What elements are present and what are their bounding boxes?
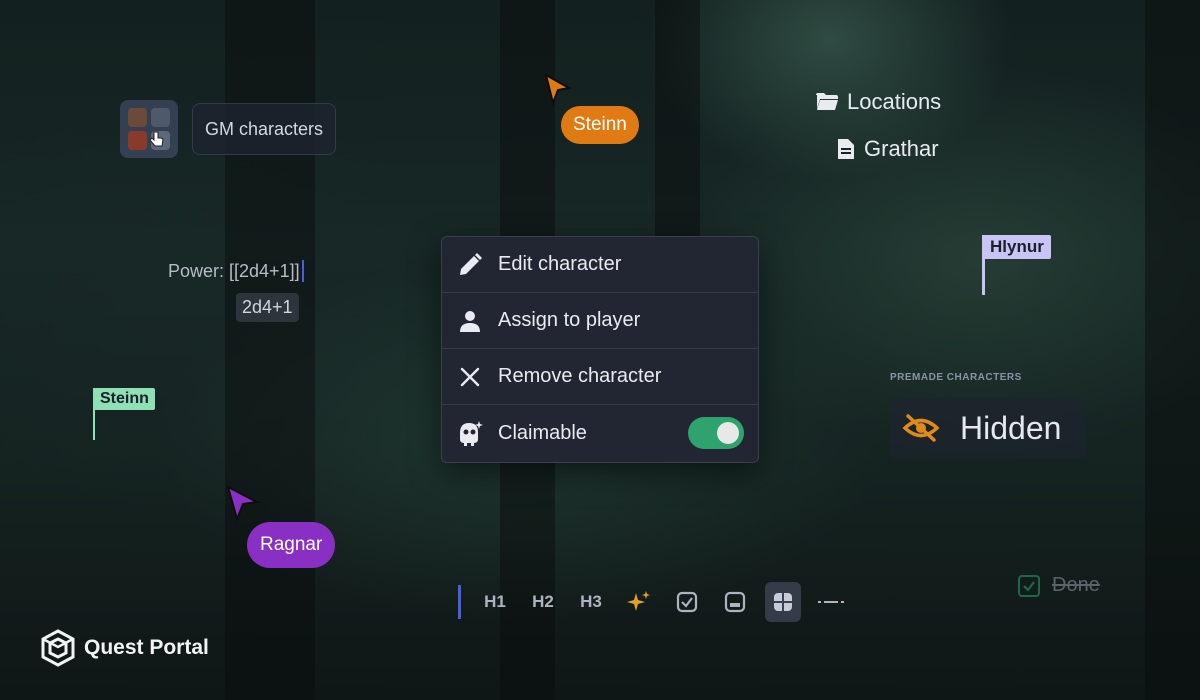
check-icon xyxy=(1023,580,1035,592)
tree-item-locations[interactable]: Locations xyxy=(815,89,941,115)
tree-item-label: Grathar xyxy=(864,136,939,161)
quest-portal-logo: Quest Portal xyxy=(40,629,209,667)
claim-icon xyxy=(456,419,484,447)
cursor-arrow-icon xyxy=(226,485,261,522)
done-task-item[interactable]: Done xyxy=(1018,574,1100,597)
eye-off-icon xyxy=(902,414,940,442)
checkbox-icon xyxy=(676,591,698,613)
close-icon xyxy=(456,363,484,391)
cursor-arrow-icon xyxy=(544,72,572,106)
portrait-icon xyxy=(128,108,147,127)
grid-icon xyxy=(774,593,792,611)
divider-icon xyxy=(818,601,844,603)
power-formula-text[interactable]: Power: [[2d4+1]] xyxy=(168,260,304,282)
menu-item-label: Edit character xyxy=(498,253,622,275)
toolbar-divider-bar xyxy=(458,585,461,619)
tree-item-label: Locations xyxy=(847,89,942,114)
cursor-name-ragnar: Ragnar xyxy=(247,522,336,568)
menu-item-remove-character[interactable]: Remove character xyxy=(442,349,758,405)
menu-item-label: Assign to player xyxy=(498,309,641,331)
grid-button[interactable] xyxy=(765,582,801,622)
portrait-icon xyxy=(128,131,147,150)
portrait-icon xyxy=(151,108,170,127)
sparkles-icon xyxy=(627,591,650,611)
dice-roll-chip[interactable]: 2d4+1 xyxy=(236,293,299,322)
flag-label-hlynur: Hlynur xyxy=(983,235,1051,259)
cursor-name-steinn: Steinn xyxy=(561,106,639,144)
menu-item-edit-character[interactable]: Edit character xyxy=(442,237,758,293)
premade-characters-heading: PREMADE CHARACTERS xyxy=(890,372,1022,383)
hand-pointer-icon xyxy=(149,131,170,150)
image-icon xyxy=(724,591,746,613)
done-checkbox[interactable] xyxy=(1018,574,1040,597)
quest-portal-logo-icon xyxy=(41,629,75,667)
flag-pole xyxy=(982,235,985,295)
gm-characters-label[interactable]: GM characters xyxy=(192,103,337,155)
divider-button[interactable] xyxy=(813,582,849,622)
user-icon xyxy=(456,307,484,335)
menu-item-label: Claimable xyxy=(498,421,587,444)
text-caret xyxy=(301,260,304,282)
menu-item-claimable[interactable]: Claimable xyxy=(442,405,758,461)
heading-3-button[interactable]: H3 xyxy=(573,582,609,622)
tree-item-grathar[interactable]: Grathar xyxy=(836,136,939,162)
checklist-button[interactable] xyxy=(669,582,705,622)
menu-item-label: Remove character xyxy=(498,365,662,387)
ai-sparkles-button[interactable] xyxy=(621,582,657,622)
pencil-icon xyxy=(456,251,484,279)
flag-pole xyxy=(93,388,95,440)
heading-1-button[interactable]: H1 xyxy=(477,582,513,622)
image-button[interactable] xyxy=(717,582,753,622)
done-task-label: Done xyxy=(1052,574,1100,596)
editor-toolbar: H1 H2 H3 xyxy=(458,582,849,622)
claimable-toggle[interactable] xyxy=(688,417,744,449)
premade-visibility-toggle[interactable]: Hidden xyxy=(890,398,1086,458)
visibility-state-label: Hidden xyxy=(960,409,1062,446)
flag-label-steinn: Steinn xyxy=(94,388,155,410)
toggle-knob xyxy=(717,422,739,444)
menu-item-assign-to-player[interactable]: Assign to player xyxy=(442,293,758,349)
gm-characters-avatar[interactable] xyxy=(120,100,178,158)
document-icon xyxy=(838,139,854,159)
heading-2-button[interactable]: H2 xyxy=(525,582,561,622)
folder-icon xyxy=(816,93,838,110)
brand-name: Quest Portal xyxy=(84,636,209,659)
character-context-menu: Edit character Assign to player Remove c… xyxy=(441,236,759,463)
